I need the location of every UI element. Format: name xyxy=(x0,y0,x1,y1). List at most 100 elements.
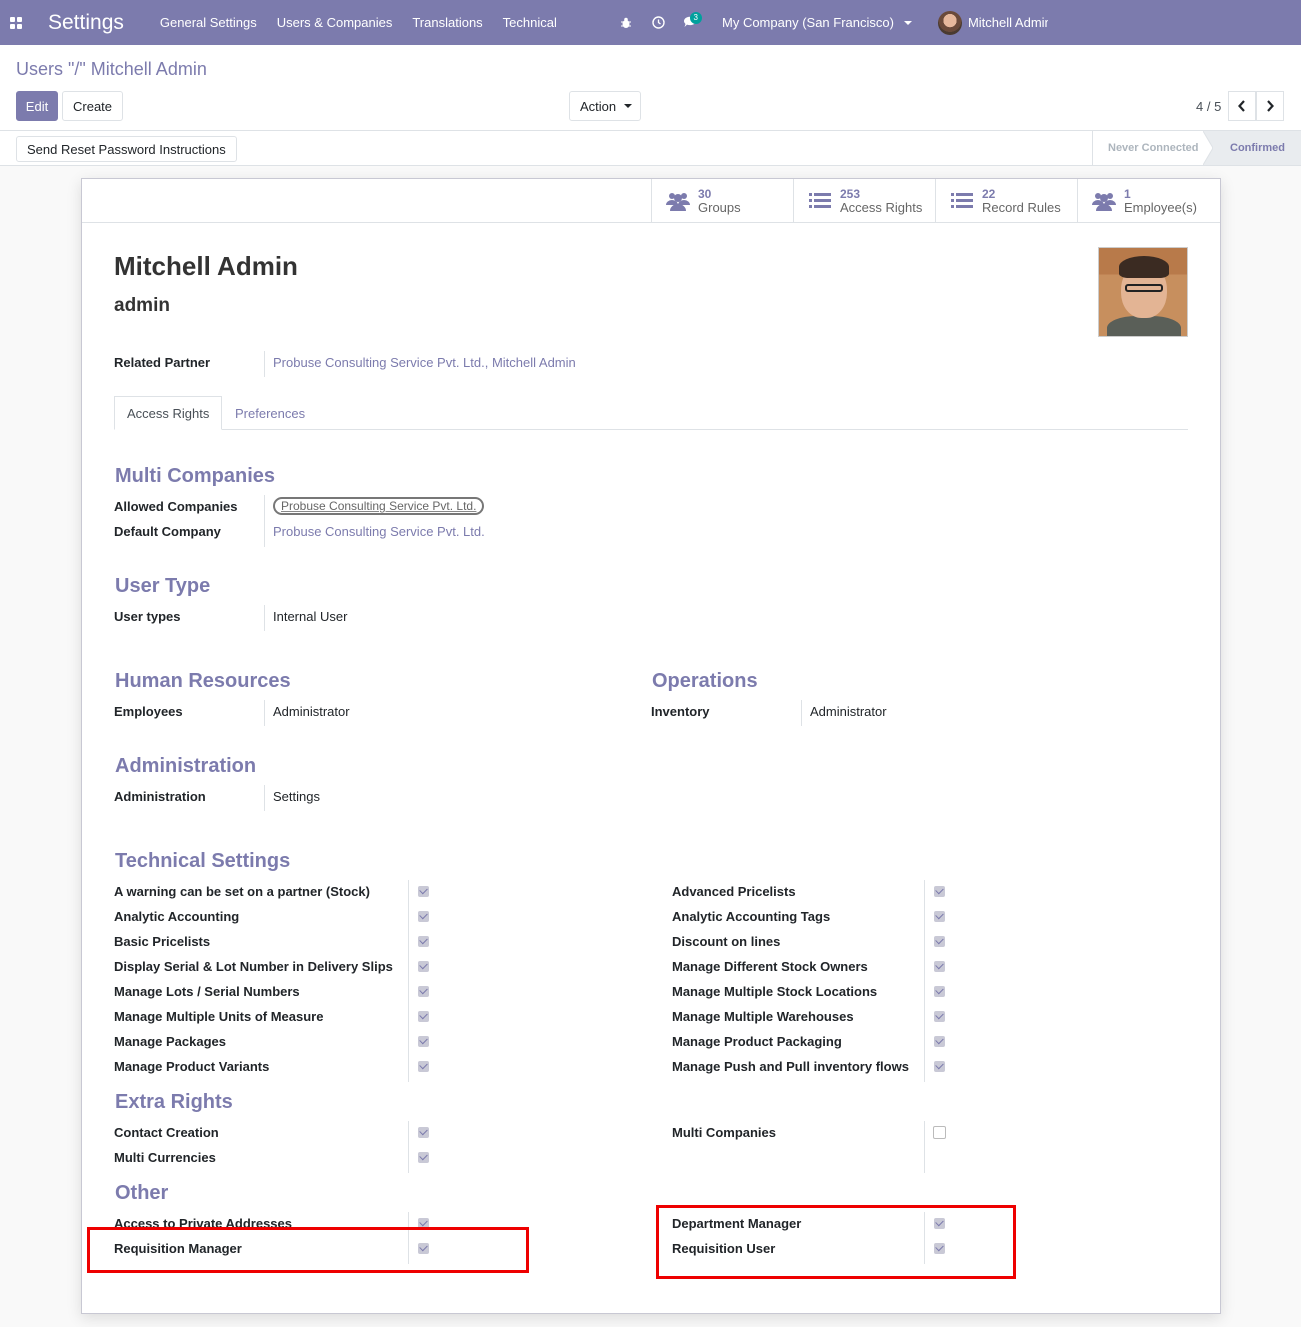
field-divider xyxy=(924,880,925,1082)
multi-companies-checkbox[interactable] xyxy=(933,1126,946,1139)
tech-setting-checkbox[interactable] xyxy=(418,886,429,897)
avatar xyxy=(937,10,962,35)
stage-confirmed: Confirmed xyxy=(1212,131,1301,165)
section-operations: Operations xyxy=(652,670,758,692)
record-rules-stat-button[interactable]: 22 Record Rules xyxy=(935,179,1077,222)
groups-stat-button[interactable]: 30 Groups xyxy=(651,179,793,222)
tech-setting-checkbox[interactable] xyxy=(418,1061,429,1072)
related-partner-label: Related Partner xyxy=(114,355,211,370)
section-administration: Administration xyxy=(115,755,257,777)
field-divider xyxy=(264,495,265,547)
create-button[interactable]: Create xyxy=(62,91,124,121)
pager-value[interactable]: 4 / 5 xyxy=(1196,99,1221,114)
user-menu-name: Mitchell Admin xyxy=(967,15,1048,30)
tech-setting-checkbox[interactable] xyxy=(934,1011,945,1022)
user-login[interactable]: admin xyxy=(114,295,170,317)
tech-setting-checkbox[interactable] xyxy=(418,1036,429,1047)
field-divider xyxy=(264,351,265,377)
tech-setting-checkbox[interactable] xyxy=(934,936,945,947)
default-company-link[interactable]: Probuse Consulting Service Pvt. Ltd. xyxy=(273,524,485,539)
menu-users-companies[interactable]: Users & Companies xyxy=(267,0,403,45)
message-count-badge: 3 xyxy=(689,12,702,24)
statusbar: Send Reset Password Instructions Never C… xyxy=(0,131,1301,166)
field-divider xyxy=(264,785,265,811)
tech-setting-checkbox[interactable] xyxy=(934,911,945,922)
tech-setting-checkbox[interactable] xyxy=(418,1011,429,1022)
section-extra-rights: Extra Rights xyxy=(115,1091,233,1113)
menu-technical[interactable]: Technical xyxy=(493,0,567,45)
notebook-tabs: Access Rights Preferences xyxy=(114,396,1188,430)
tech-setting-label: Manage Lots / Serial Numbers xyxy=(114,984,300,999)
employees-field-label: Employees xyxy=(114,704,183,719)
breadcrumb[interactable]: Users "/" Mitchell Admin xyxy=(16,59,207,80)
employees-stat-button[interactable]: 1 Employee(s) xyxy=(1077,179,1219,222)
extra-right-checkbox[interactable] xyxy=(418,1127,429,1138)
user-menu[interactable]: Mitchell Admin xyxy=(937,10,1048,35)
user-photo[interactable] xyxy=(1098,247,1188,337)
pager-previous-button[interactable] xyxy=(1228,91,1256,121)
app-title[interactable]: Settings xyxy=(48,11,124,35)
tech-setting-label: Manage Push and Pull inventory flows xyxy=(672,1059,909,1074)
tech-setting-checkbox[interactable] xyxy=(934,961,945,972)
allowed-company-tag[interactable]: Probuse Consulting Service Pvt. Ltd. xyxy=(273,497,485,515)
extra-right-label: Multi Currencies xyxy=(114,1150,216,1165)
tab-preferences[interactable]: Preferences xyxy=(223,396,317,430)
administration-field-value[interactable]: Settings xyxy=(273,789,320,804)
inventory-field-value[interactable]: Administrator xyxy=(810,704,887,719)
tech-setting-checkbox[interactable] xyxy=(934,1036,945,1047)
related-partner-link[interactable]: Probuse Consulting Service Pvt. Ltd., Mi… xyxy=(273,355,576,370)
section-multi-companies: Multi Companies xyxy=(115,465,276,487)
tech-setting-label: A warning can be set on a partner (Stock… xyxy=(114,884,370,899)
extra-right-checkbox[interactable] xyxy=(418,1152,429,1163)
menu-general-settings[interactable]: General Settings xyxy=(150,0,267,45)
employees-field-value[interactable]: Administrator xyxy=(273,704,350,719)
messages-icon[interactable]: 3 xyxy=(674,0,706,45)
tech-setting-checkbox[interactable] xyxy=(934,986,945,997)
allowed-companies-label: Allowed Companies xyxy=(114,499,238,514)
tech-setting-checkbox[interactable] xyxy=(934,1061,945,1072)
control-panel: Users "/" Mitchell Admin Edit Create Act… xyxy=(0,45,1301,131)
menu-translations[interactable]: Translations xyxy=(402,0,492,45)
extra-right-label: Contact Creation xyxy=(114,1125,219,1140)
user-types-value[interactable]: Internal User xyxy=(273,609,347,624)
record-rules-label: Record Rules xyxy=(982,199,1061,215)
tab-access-rights[interactable]: Access Rights xyxy=(114,396,223,430)
clock-icon[interactable] xyxy=(642,0,674,45)
action-dropdown[interactable]: Action xyxy=(569,91,641,121)
button-box: 30 Groups 253 Access Rights 22 Record Rules… xyxy=(82,179,1220,223)
administration-field-label: Administration xyxy=(114,789,206,804)
pager-next-button[interactable] xyxy=(1256,91,1284,121)
highlight-box xyxy=(656,1205,1016,1279)
default-company-label: Default Company xyxy=(114,524,221,539)
tech-setting-label: Manage Different Stock Owners xyxy=(672,959,868,974)
section-technical-settings: Technical Settings xyxy=(115,850,291,872)
section-human-resources: Human Resources xyxy=(115,670,291,692)
tech-setting-label: Manage Product Variants xyxy=(114,1059,270,1074)
apps-menu-icon[interactable] xyxy=(0,0,32,45)
bug-icon[interactable] xyxy=(610,0,642,45)
send-reset-password-button[interactable]: Send Reset Password Instructions xyxy=(16,136,237,162)
tech-setting-checkbox[interactable] xyxy=(418,911,429,922)
section-user-type: User Type xyxy=(115,575,211,597)
tech-setting-checkbox[interactable] xyxy=(418,961,429,972)
tech-setting-label: Advanced Pricelists xyxy=(672,884,796,899)
action-label: Action xyxy=(580,98,617,114)
employees-count: 1 xyxy=(1124,186,1131,201)
list-icon xyxy=(950,190,974,212)
tech-setting-label: Display Serial & Lot Number in Delivery … xyxy=(114,959,393,974)
top-navbar: Settings General Settings Users & Compan… xyxy=(0,0,1301,45)
tech-setting-checkbox[interactable] xyxy=(418,936,429,947)
chevron-left-icon xyxy=(1238,100,1245,112)
field-divider xyxy=(264,605,265,631)
form-sheet: 30 Groups 253 Access Rights 22 Record Rules… xyxy=(81,178,1221,1314)
tech-setting-checkbox[interactable] xyxy=(418,986,429,997)
tech-setting-label: Discount on lines xyxy=(672,934,781,949)
caret-down-icon xyxy=(624,104,633,108)
user-name[interactable]: Mitchell Admin xyxy=(114,251,298,282)
edit-button[interactable]: Edit xyxy=(16,91,58,121)
tech-setting-checkbox[interactable] xyxy=(934,886,945,897)
company-switcher[interactable]: My Company (San Francisco) xyxy=(706,15,922,30)
systray: 3 My Company (San Francisco) Mitchell Ad… xyxy=(610,0,1048,45)
tech-setting-label: Basic Pricelists xyxy=(114,934,211,949)
access-rights-stat-button[interactable]: 253 Access Rights xyxy=(793,179,935,222)
